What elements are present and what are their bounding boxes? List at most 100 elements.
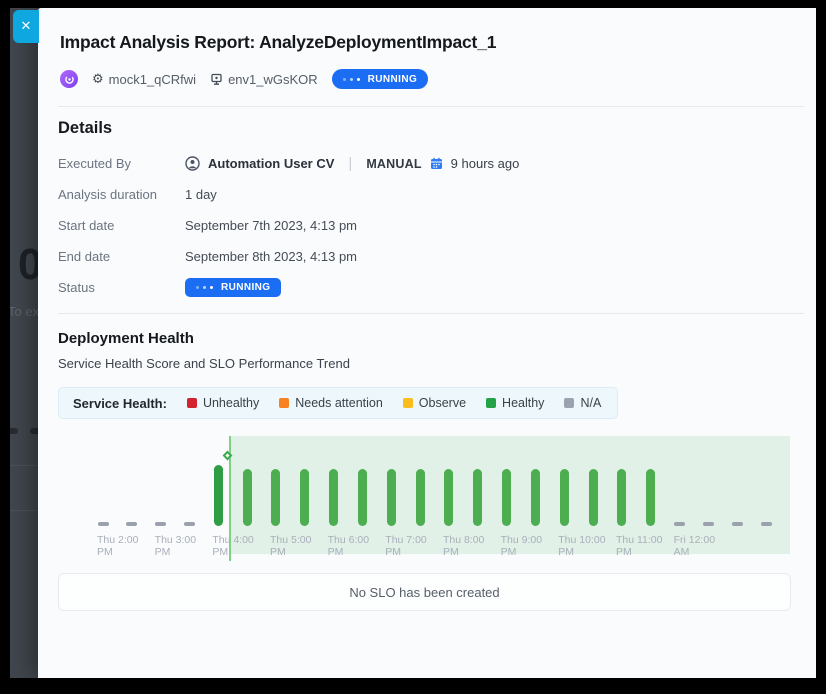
running-pulse-icon [196,286,199,289]
health-bar[interactable] [473,469,482,526]
details-section: Details Executed By Automation User CV [38,119,816,303]
start-date-value: September 7th 2023, 4:13 pm [185,218,357,233]
analysis-duration-value: 1 day [185,187,217,202]
legend-item: Observe [403,396,466,410]
health-bar[interactable] [300,469,309,526]
app-root: { "frame": { "close_label": "✕" }, "back… [0,0,826,694]
legend-swatch-icon [403,398,413,408]
page-title: Impact Analysis Report: AnalyzeDeploymen… [60,32,792,53]
trigger-type: MANUAL [366,157,421,171]
health-na-marker[interactable] [761,522,772,526]
health-bar[interactable] [387,469,396,526]
x-axis-tick-label: Thu 8:00PM [443,535,484,558]
status-value-badge: RUNNING [185,278,281,297]
background-row-divider [10,465,40,466]
legend-item-label: Unhealthy [203,396,259,410]
health-bar[interactable] [617,469,626,526]
legend-item-label: N/A [580,396,601,410]
health-na-marker[interactable] [184,522,195,526]
health-na-marker[interactable] [98,522,109,526]
health-bar[interactable] [589,469,598,526]
legend-item: N/A [564,396,601,410]
user-icon [185,156,200,171]
deployment-health-section: Deployment Health Service Health Score a… [38,330,816,611]
health-na-marker[interactable] [732,522,743,526]
environment-icon [210,73,223,86]
legend-swatch-icon [564,398,574,408]
close-button[interactable]: ✕ [13,10,39,43]
end-date-row: End date September 8th 2023, 4:13 pm [58,241,796,272]
monitored-service-avatar-icon [60,70,78,88]
header-divider [58,106,804,107]
health-bar[interactable] [444,469,453,526]
status-badge: RUNNING [332,69,428,89]
legend-title: Service Health: [73,396,167,411]
executed-by-user: Automation User CV [208,156,334,171]
slo-empty-box: No SLO has been created [58,573,791,611]
end-date-value: September 8th 2023, 4:13 pm [185,249,357,264]
health-bar[interactable] [531,469,540,526]
executed-time-ago: 9 hours ago [451,156,520,171]
legend-item: Unhealthy [187,396,259,410]
health-na-marker[interactable] [674,522,685,526]
status-value-label: RUNNING [221,282,270,293]
deployment-health-subheading: Service Health Score and SLO Performance… [58,356,796,371]
start-date-row: Start date September 7th 2023, 4:13 pm [58,210,796,241]
status-row: Status RUNNING [58,272,796,303]
health-bar[interactable] [271,469,280,526]
meta-row: ⚙ mock1_qCRfwi env1_wGsKOR [60,69,792,89]
health-bar[interactable] [560,469,569,526]
start-date-label: Start date [58,218,185,233]
analysis-duration-row: Analysis duration 1 day [58,179,796,210]
health-bar[interactable] [214,465,223,526]
x-axis-tick-label: Thu 9:00PM [501,535,542,558]
environment-chip[interactable]: env1_wGsKOR [210,72,318,87]
service-chip[interactable]: ⚙ mock1_qCRfwi [92,72,196,87]
legend-item: Healthy [486,396,544,410]
executed-by-row: Executed By Automation User CV | MANUAL [58,148,796,179]
legend-item-label: Observe [419,396,466,410]
legend-swatch-icon [486,398,496,408]
health-na-marker[interactable] [703,522,714,526]
health-na-marker[interactable] [126,522,137,526]
health-bar[interactable] [358,469,367,526]
service-health-legend: Service Health: Unhealthy Needs attention… [58,387,618,419]
details-divider [58,313,804,314]
status-label: Status [58,280,185,295]
service-chip-label: mock1_qCRfwi [109,72,196,87]
health-na-marker[interactable] [155,522,166,526]
details-heading: Details [58,119,796,138]
analysis-duration-label: Analysis duration [58,187,185,202]
background-dash [10,428,18,434]
executed-by-label: Executed By [58,156,185,171]
calendar-icon [430,157,443,170]
x-axis-tick-label: Thu 10:00PM [558,535,605,558]
page-backdrop: 0 To exp Impact Analysis Report: Analyze… [10,8,816,678]
x-axis-tick-label: Thu 4:00PM [212,535,253,558]
slo-empty-message: No SLO has been created [349,585,499,600]
x-axis-tick-label: Thu 5:00PM [270,535,311,558]
gear-icon: ⚙ [92,73,104,86]
impact-analysis-modal: Impact Analysis Report: AnalyzeDeploymen… [38,8,816,678]
legend-item: Needs attention [279,396,383,410]
health-bar[interactable] [243,469,252,526]
health-bar[interactable] [416,469,425,526]
health-bar[interactable] [329,469,338,526]
x-axis-tick-label: Thu 2:00PM [97,535,138,558]
x-axis-tick-label: Thu 7:00PM [385,535,426,558]
health-bar[interactable] [502,469,511,526]
x-axis-tick-label: Thu 11:00PM [616,535,663,558]
x-axis-tick-label: Thu 3:00PM [155,535,196,558]
background-row-divider [10,510,40,511]
value-divider: | [348,155,352,172]
running-pulse-icon [343,78,346,81]
legend-swatch-icon [187,398,197,408]
end-date-label: End date [58,249,185,264]
x-axis-tick-label: Thu 6:00PM [328,535,369,558]
health-bar[interactable] [646,469,655,526]
modal-header: Impact Analysis Report: AnalyzeDeploymen… [38,8,816,89]
detail-rows: Executed By Automation User CV | MANUAL [58,148,796,303]
health-chart: Thu 2:00PM Thu 3:00PM Thu 4:00PM Thu 5:00PM… [58,431,812,563]
status-badge-label: RUNNING [368,74,417,85]
x-axis-tick-label: Fri 12:00AM [674,535,715,558]
